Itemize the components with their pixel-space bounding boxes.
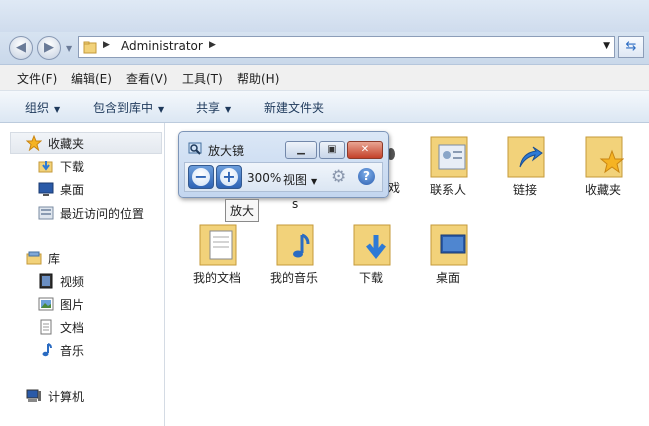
- document-icon: [40, 319, 52, 335]
- address-dropdown-icon[interactable]: ▼: [603, 41, 610, 51]
- chevron-down-icon: ▼: [158, 105, 165, 114]
- minimize-button[interactable]: ▁: [285, 141, 317, 159]
- zoom-in-button[interactable]: +: [216, 165, 242, 189]
- star-icon: [26, 135, 42, 151]
- refresh-button[interactable]: ⇆: [618, 36, 644, 58]
- desktop-icon: [38, 182, 54, 196]
- address-toolbar: ◀ ▶ ▼ ▶ Administrator ▶ ▼ ⇆: [0, 32, 649, 65]
- tooltip: 放大: [225, 199, 260, 222]
- menu-help[interactable]: 帮助(H): [237, 70, 279, 87]
- window-title-bar: [0, 0, 649, 32]
- downloads-folder-icon: [353, 224, 391, 266]
- menu-bar: 文件(F) 编辑(E) 查看(V) 工具(T) 帮助(H): [0, 65, 649, 91]
- magnifier-title: 放大镜: [208, 144, 245, 158]
- menu-tools[interactable]: 工具(T): [182, 70, 223, 87]
- minus-icon: −: [192, 168, 210, 186]
- new-folder-button[interactable]: 新建文件夹: [264, 99, 324, 116]
- chevron-down-icon: ▼: [225, 105, 232, 114]
- library-icon: [26, 251, 42, 265]
- command-bar: 组织 ▼ 包含到库中 ▼ 共享 ▼ 新建文件夹: [0, 91, 649, 123]
- help-icon[interactable]: ?: [358, 168, 375, 185]
- include-in-library-button[interactable]: 包含到库中 ▼: [93, 99, 164, 116]
- breadcrumb-arrow-icon[interactable]: ▶: [209, 40, 216, 50]
- menu-file[interactable]: 文件(F): [17, 70, 57, 87]
- back-button[interactable]: ◀: [9, 36, 33, 60]
- music-folder-icon: [276, 224, 314, 266]
- contacts-folder-icon: [430, 136, 468, 178]
- download-folder-icon: [38, 161, 53, 173]
- computer-icon: [26, 389, 41, 402]
- documents-folder-icon: [199, 224, 237, 266]
- magnifier-toolbar: − + 300% 视图 ▼ ⚙ ?: [184, 162, 383, 192]
- menu-edit[interactable]: 编辑(E): [71, 70, 112, 87]
- address-field[interactable]: ▶ Administrator ▶ ▼: [78, 36, 615, 58]
- desktop-folder-icon: [430, 224, 468, 266]
- folder-desktop[interactable]: 桌面: [408, 215, 482, 301]
- music-note-icon: [42, 343, 52, 357]
- folder-favorites[interactable]: 收藏夹: [563, 127, 637, 213]
- magnifier-icon: [188, 142, 202, 155]
- history-dropdown-icon[interactable]: ▼: [66, 44, 72, 53]
- magnifier-window[interactable]: 放大镜 ▁ ▣ ✕ − + 300% 视图 ▼ ⚙ ?: [178, 131, 389, 198]
- folder-my-documents[interactable]: 我的文档: [177, 215, 251, 301]
- folder-my-music[interactable]: 我的音乐: [254, 215, 328, 301]
- zoom-out-button[interactable]: −: [188, 165, 214, 189]
- organize-button[interactable]: 组织 ▼: [25, 99, 60, 116]
- obscured-item-label: s: [292, 197, 299, 211]
- close-button[interactable]: ✕: [347, 141, 383, 159]
- video-icon: [39, 273, 53, 289]
- folder-links[interactable]: 链接: [485, 127, 559, 213]
- navigation-pane: 收藏夹 下载 桌面 最近访问的位置 库 视频 图片 文档 音乐 计算机: [0, 123, 165, 426]
- restore-button[interactable]: ▣: [319, 141, 345, 159]
- folder-contacts[interactable]: 联系人: [408, 127, 482, 213]
- menu-view[interactable]: 查看(V): [126, 70, 168, 87]
- view-dropdown[interactable]: 视图 ▼: [283, 171, 317, 188]
- favorites-folder-icon: [585, 136, 624, 178]
- address-path[interactable]: Administrator: [121, 39, 203, 53]
- chevron-down-icon: ▼: [54, 105, 61, 114]
- plus-icon: +: [220, 168, 238, 186]
- share-button[interactable]: 共享 ▼: [196, 99, 231, 116]
- chevron-down-icon: ▼: [311, 177, 318, 186]
- forward-button[interactable]: ▶: [37, 36, 61, 60]
- breadcrumb-arrow-icon[interactable]: ▶: [103, 40, 110, 50]
- links-folder-icon: [507, 136, 545, 178]
- folder-icon: [83, 41, 97, 54]
- picture-icon: [38, 297, 54, 311]
- zoom-level: 300%: [247, 171, 282, 185]
- folder-downloads[interactable]: 下载: [331, 215, 405, 301]
- recent-places-icon: [38, 206, 54, 220]
- obscured-item-label: 戏: [388, 181, 401, 195]
- gear-icon[interactable]: ⚙: [331, 168, 349, 186]
